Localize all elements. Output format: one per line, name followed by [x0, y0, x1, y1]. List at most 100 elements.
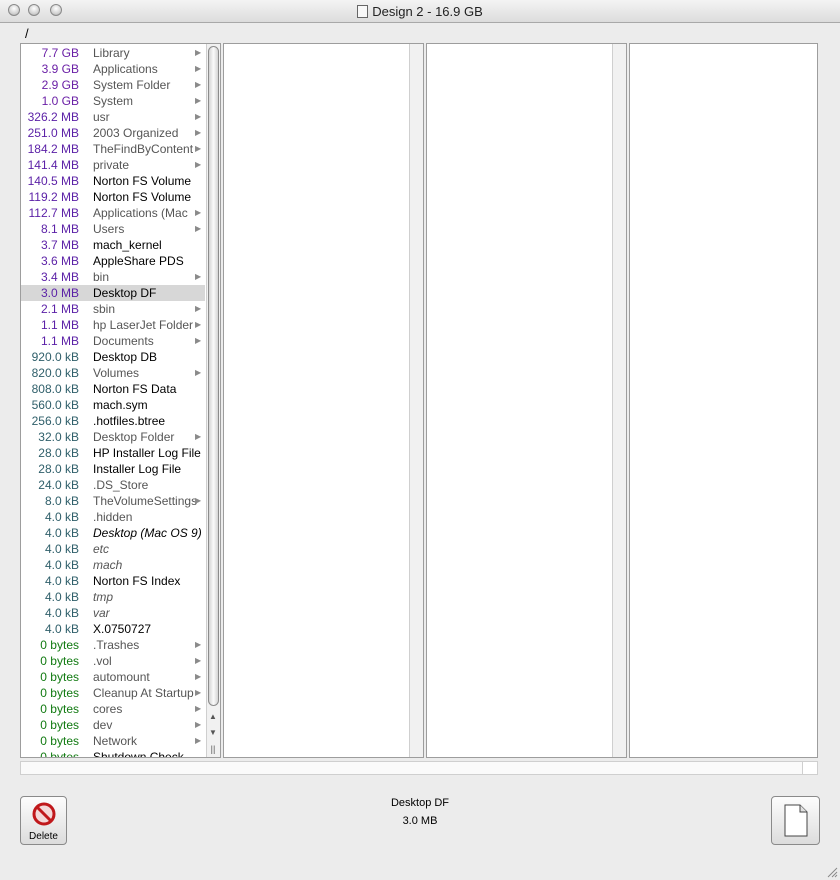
list-item[interactable]: 1.1 MB hp LaserJet Folder ▶: [21, 317, 205, 333]
list-item[interactable]: 8.1 MB Users ▶: [21, 221, 205, 237]
list-item[interactable]: 32.0 kB Desktop Folder ▶: [21, 429, 205, 445]
item-name: Volumes: [93, 366, 140, 380]
horizontal-scrollbar[interactable]: [20, 761, 818, 775]
item-size: 8.0 kB: [44, 494, 79, 508]
item-size: 3.4 MB: [40, 270, 79, 284]
list-item[interactable]: 0 bytes .Trashes ▶: [21, 637, 205, 653]
item-name: System: [93, 94, 134, 108]
item-size: 560.0 kB: [31, 398, 79, 412]
item-size: 8.1 MB: [40, 222, 79, 236]
item-size: 24.0 kB: [38, 478, 79, 492]
browser-column-2[interactable]: [223, 43, 424, 758]
browser-column-4[interactable]: [629, 43, 818, 758]
item-name: 2003 Organized: [93, 126, 179, 140]
disclosure-arrow-icon: ▶: [195, 144, 202, 153]
item-size: 4.0 kB: [44, 574, 79, 588]
list-item[interactable]: 3.0 MB Desktop DF: [21, 285, 205, 301]
item-name: automount: [93, 670, 150, 684]
scroll-thumb[interactable]: [208, 46, 219, 706]
item-size: 0 bytes: [40, 718, 79, 732]
item-name: Desktop Folder: [93, 430, 175, 444]
list-item[interactable]: 2.9 GB System Folder ▶: [21, 77, 205, 93]
window-title-text: Design 2 - 16.9 GB: [372, 4, 483, 19]
disclosure-arrow-icon: ▶: [195, 672, 202, 681]
browser-column-1[interactable]: 7.7 GB Library ▶ 3.9 GB Applications ▶ 2.9 GB S…: [20, 43, 221, 758]
item-name: mach.sym: [93, 398, 148, 412]
list-item[interactable]: 8.0 kB TheVolumeSettings ▶: [21, 493, 205, 509]
path-label: /: [25, 26, 29, 41]
list-item[interactable]: 4.0 kB X.0750727: [21, 621, 205, 637]
list-item[interactable]: 3.9 GB Applications ▶: [21, 61, 205, 77]
item-size: 119.2 MB: [28, 190, 79, 204]
list-item[interactable]: 140.5 MB Norton FS Volume: [21, 173, 205, 189]
disclosure-arrow-icon: ▶: [195, 112, 202, 121]
list-item[interactable]: 4.0 kB var: [21, 605, 205, 621]
list-item[interactable]: 4.0 kB etc: [21, 541, 205, 557]
list-item[interactable]: 326.2 MB usr ▶: [21, 109, 205, 125]
browser-column-3[interactable]: [426, 43, 627, 758]
list-item[interactable]: 0 bytes dev ▶: [21, 717, 205, 733]
item-name: bin: [93, 270, 110, 284]
list-item[interactable]: 119.2 MB Norton FS Volume: [21, 189, 205, 205]
list-item[interactable]: 0 bytes .vol ▶: [21, 653, 205, 669]
list-item[interactable]: 0 bytes Cleanup At Startup ▶: [21, 685, 205, 701]
item-name: .hidden: [93, 510, 133, 524]
item-name: .Trashes: [93, 638, 140, 652]
item-name: System Folder: [93, 78, 171, 92]
list-item[interactable]: 1.1 MB Documents ▶: [21, 333, 205, 349]
delete-button-label: Delete: [29, 831, 58, 842]
list-item[interactable]: 7.7 GB Library ▶: [21, 45, 205, 61]
item-name: X.0750727: [93, 622, 152, 636]
list-item[interactable]: 0 bytes Network ▶: [21, 733, 205, 749]
item-name: Desktop DB: [93, 350, 158, 364]
item-name: HP Installer Log File: [93, 446, 201, 460]
delete-button[interactable]: Delete: [20, 796, 67, 845]
list-item[interactable]: 4.0 kB mach: [21, 557, 205, 573]
reveal-file-button[interactable]: [771, 796, 820, 845]
list-item[interactable]: 1.0 GB System ▶: [21, 93, 205, 109]
list-item[interactable]: 24.0 kB .DS_Store: [21, 477, 205, 493]
list-item[interactable]: 112.7 MB Applications (Mac ▶: [21, 205, 205, 221]
list-item[interactable]: 820.0 kB Volumes ▶: [21, 365, 205, 381]
vertical-scrollbar[interactable]: [409, 44, 423, 757]
item-size: 0 bytes: [40, 702, 79, 716]
list-item[interactable]: 141.4 MB private ▶: [21, 157, 205, 173]
item-name: Network: [93, 734, 138, 748]
list-item[interactable]: 3.7 MB mach_kernel: [21, 237, 205, 253]
vertical-scrollbar[interactable]: [612, 44, 626, 757]
scroll-up-arrow-icon[interactable]: ▲: [207, 712, 219, 721]
list-item[interactable]: 28.0 kB Installer Log File: [21, 461, 205, 477]
column-resize-handle-icon[interactable]: ||: [207, 744, 219, 754]
list-item[interactable]: 920.0 kB Desktop DB: [21, 349, 205, 365]
item-name: .vol: [93, 654, 112, 668]
item-size: 7.7 GB: [41, 46, 79, 60]
list-item[interactable]: 0 bytes Shutdown Check: [21, 749, 205, 758]
item-size: 4.0 kB: [44, 526, 79, 540]
list-item[interactable]: 4.0 kB Desktop (Mac OS 9): [21, 525, 205, 541]
list-item[interactable]: 0 bytes automount ▶: [21, 669, 205, 685]
list-item[interactable]: 3.4 MB bin ▶: [21, 269, 205, 285]
resize-grip-icon[interactable]: [826, 866, 838, 878]
item-name: Applications (Mac: [93, 206, 188, 220]
item-size: 0 bytes: [40, 686, 79, 700]
list-item[interactable]: 4.0 kB tmp: [21, 589, 205, 605]
item-size: 4.0 kB: [44, 542, 79, 556]
list-item[interactable]: 808.0 kB Norton FS Data: [21, 381, 205, 397]
list-item[interactable]: 560.0 kB mach.sym: [21, 397, 205, 413]
list-item[interactable]: 256.0 kB .hotfiles.btree: [21, 413, 205, 429]
list-item[interactable]: 251.0 MB 2003 Organized ▶: [21, 125, 205, 141]
item-size: 0 bytes: [40, 670, 79, 684]
list-item[interactable]: 28.0 kB HP Installer Log File: [21, 445, 205, 461]
item-size: 2.9 GB: [41, 78, 79, 92]
vertical-scrollbar[interactable]: ▲ ▼ ||: [206, 44, 220, 757]
list-item[interactable]: 2.1 MB sbin ▶: [21, 301, 205, 317]
item-name: etc: [93, 542, 110, 556]
list-item[interactable]: 184.2 MB TheFindByContent ▶: [21, 141, 205, 157]
item-name: Norton FS Index: [93, 574, 181, 588]
list-item[interactable]: 4.0 kB .hidden: [21, 509, 205, 525]
scroll-down-arrow-icon[interactable]: ▼: [207, 728, 219, 737]
list-item[interactable]: 3.6 MB AppleShare PDS: [21, 253, 205, 269]
list-item[interactable]: 4.0 kB Norton FS Index: [21, 573, 205, 589]
item-size: 0 bytes: [40, 750, 79, 758]
list-item[interactable]: 0 bytes cores ▶: [21, 701, 205, 717]
